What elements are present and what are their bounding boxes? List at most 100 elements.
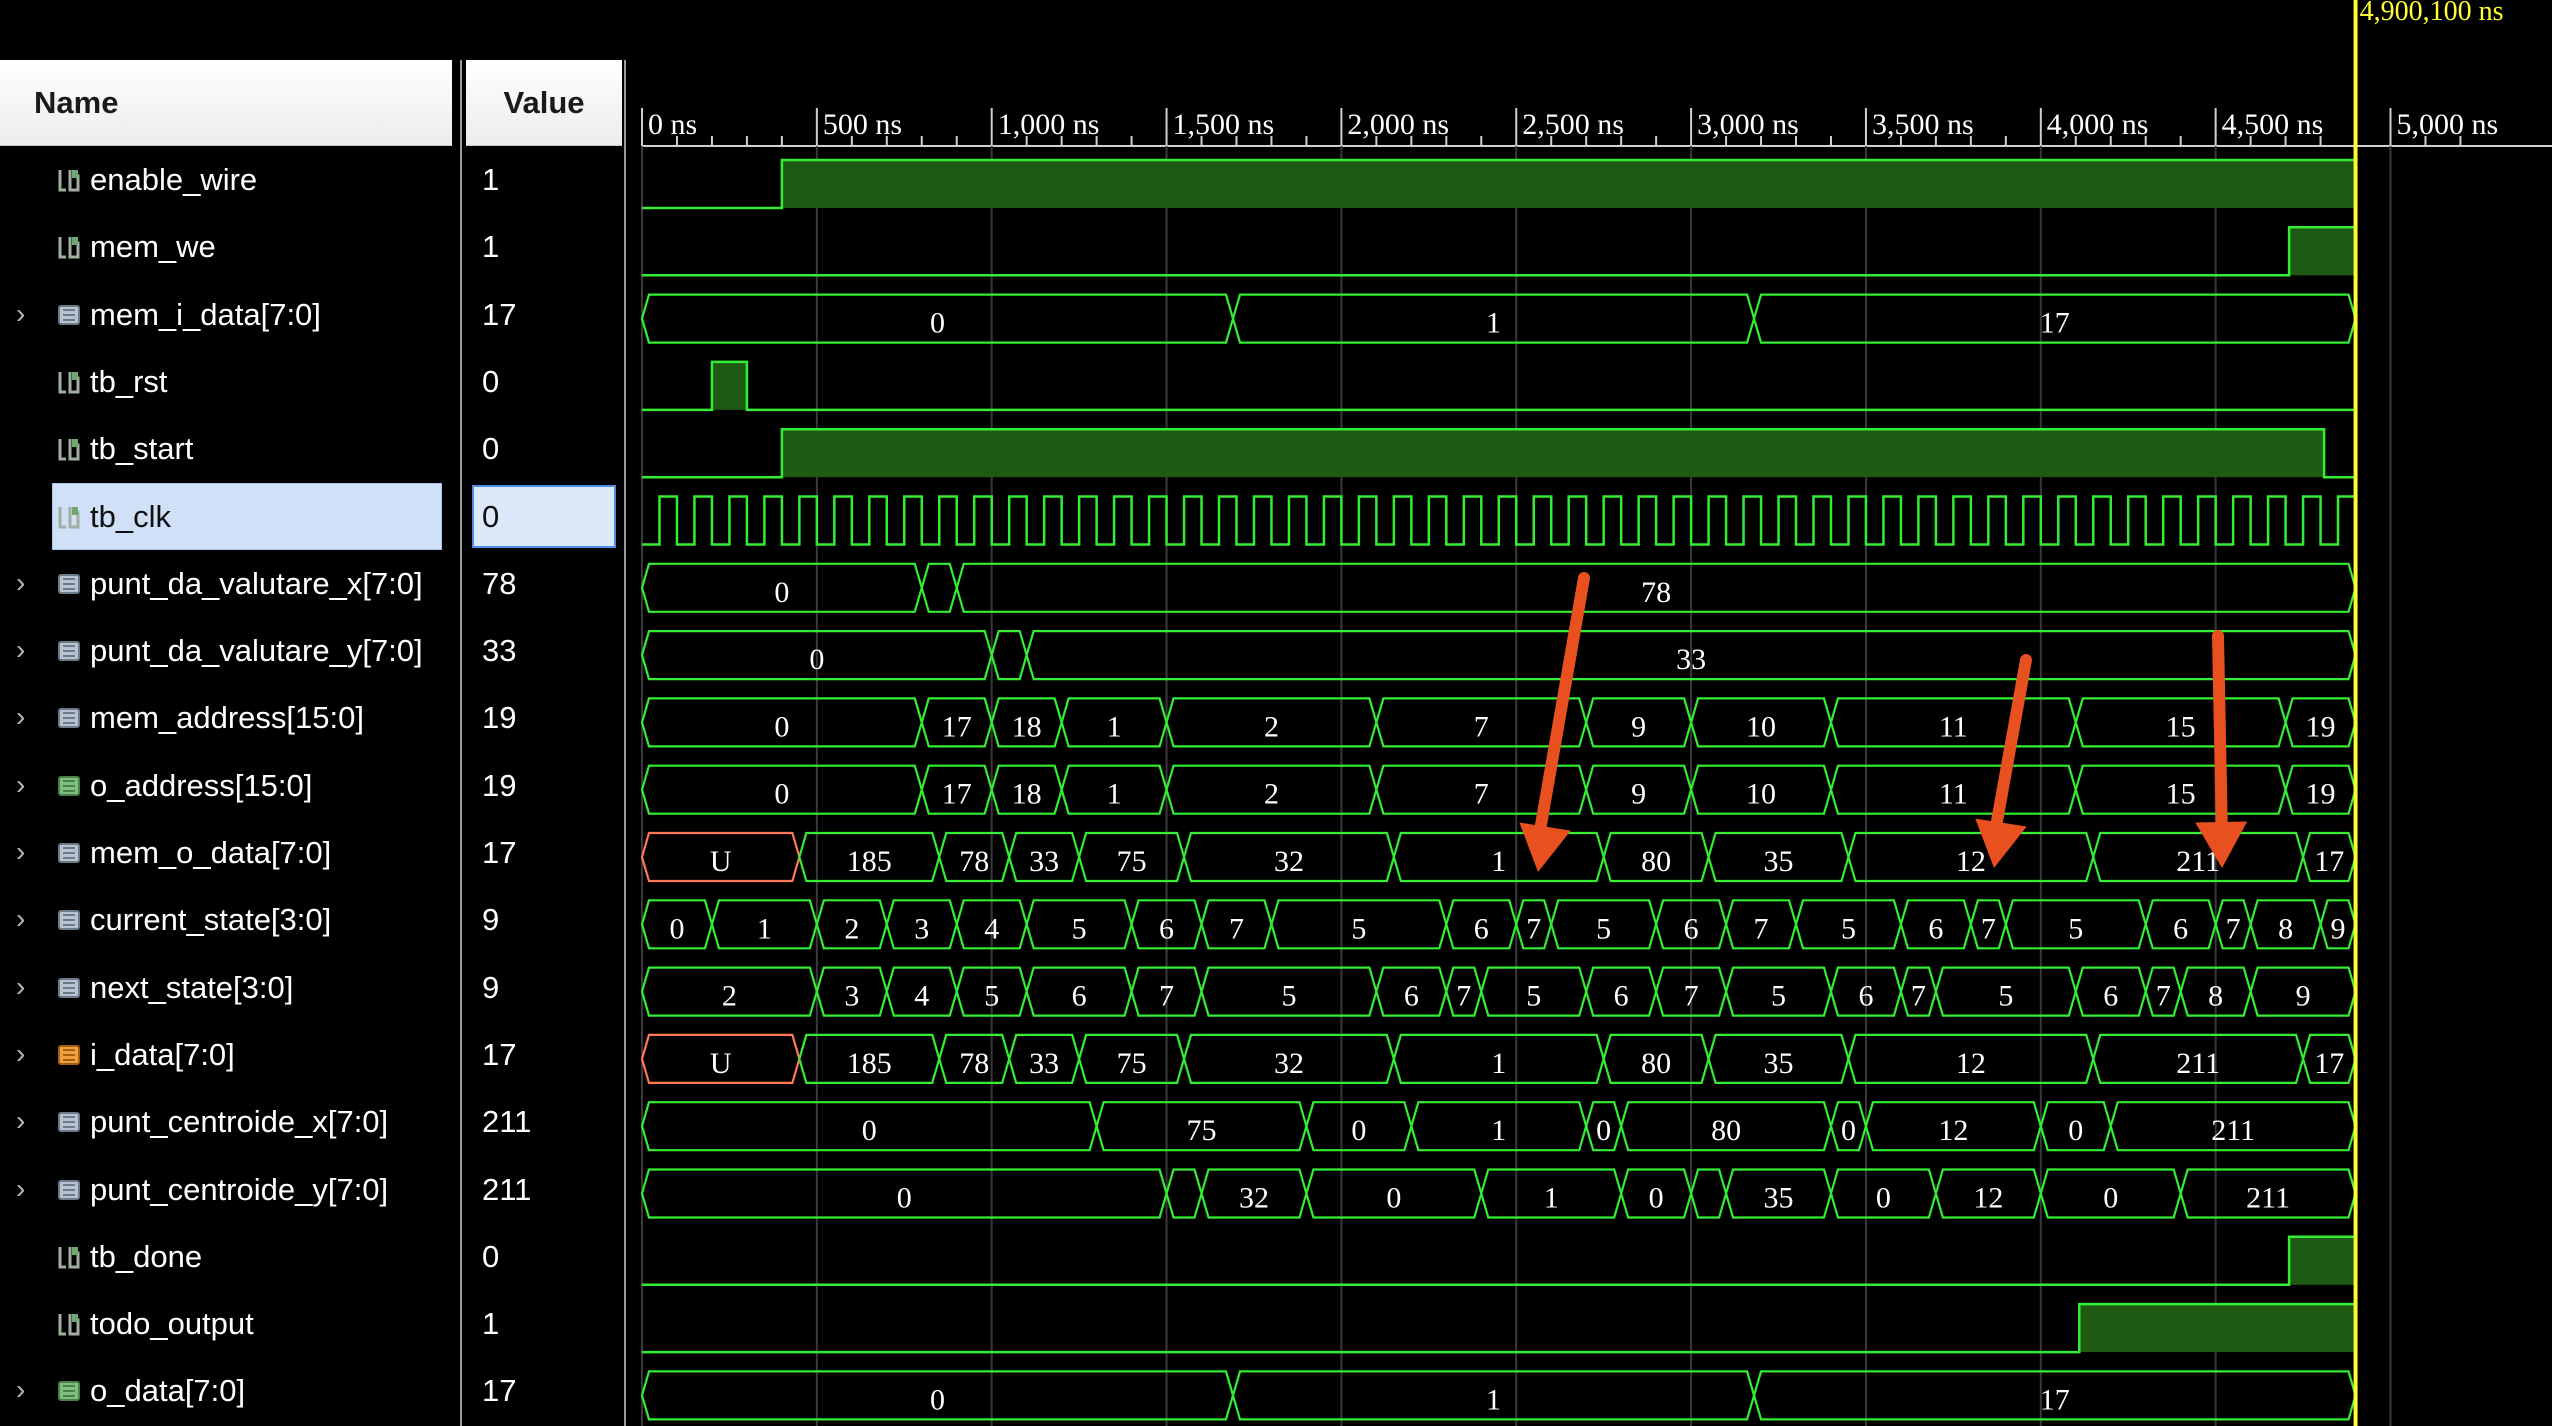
signal-row[interactable]: › mem_address[15:0] <box>0 684 458 751</box>
bus-icon-green <box>56 772 82 800</box>
value-row[interactable]: 211 <box>466 1156 622 1223</box>
signal-row[interactable]: enable_wire <box>0 146 458 213</box>
value-row[interactable]: 17 <box>466 1021 622 1088</box>
column-divider[interactable] <box>460 60 462 1426</box>
value-row[interactable]: 1 <box>466 146 622 213</box>
value-row[interactable]: 0 <box>466 1223 622 1290</box>
chevron-right-icon[interactable]: › <box>16 837 40 867</box>
signal-row[interactable]: › i_data[7:0] <box>0 1021 458 1088</box>
waveform-punt-centroide-x[interactable]: 0 75 0 1 0 80 0 12 0 211 <box>640 1101 2357 1152</box>
waveform-tb-clk[interactable] <box>642 495 2357 546</box>
waveform-mem-we[interactable] <box>642 226 2356 277</box>
waveform-tb-done[interactable] <box>642 1235 2356 1287</box>
waveform-punt-centroide-y[interactable]: 0 32 0 1 0 35 0 12 0 211 <box>640 1168 2357 1219</box>
chevron-right-icon[interactable]: › <box>16 1106 40 1136</box>
value-row[interactable]: 33 <box>466 617 622 684</box>
waveform-mem-i-data[interactable]: 0 1 17 <box>640 293 2357 344</box>
signal-row[interactable]: tb_clk <box>0 482 458 550</box>
signal-name: punt_centroide_x[7:0] <box>90 1104 389 1140</box>
bus-value-label: 7 <box>2226 912 2241 945</box>
signal-name: o_address[15:0] <box>90 767 313 803</box>
time-tick-label: 2,500 ns <box>1522 108 1624 141</box>
value-row[interactable]: 1 <box>466 213 622 280</box>
waveform-o-address[interactable]: 0 17 18 1 2 7 9 10 11 15 19 <box>640 764 2357 815</box>
value-row[interactable]: 211 <box>466 1088 622 1155</box>
waveform-tb-rst[interactable] <box>642 360 2356 412</box>
signal-row[interactable]: › o_address[15:0] <box>0 752 458 819</box>
waveform-tb-start[interactable] <box>642 427 2356 479</box>
chevron-right-icon[interactable]: › <box>16 635 40 665</box>
signal-row[interactable]: › punt_centroide_y[7:0] <box>0 1156 458 1223</box>
signal-row[interactable]: tb_start <box>0 415 458 482</box>
waveform-enable-wire[interactable] <box>642 158 2356 210</box>
chevron-right-icon[interactable]: › <box>16 971 40 1002</box>
bus-value-label: 0 <box>774 710 789 743</box>
bus-value-label: 17 <box>2040 1383 2070 1416</box>
chevron-right-icon[interactable]: › <box>16 769 40 800</box>
waveform-todo-output[interactable] <box>642 1302 2356 1354</box>
waveform-next-state[interactable]: 2 3 4 5 6 7 5 6 7 5 6 7 5 6 7 5 6 7 8 9 <box>640 966 2357 1017</box>
signal-name: o_data[7:0] <box>90 1373 246 1409</box>
signal-row[interactable]: › punt_centroide_x[7:0] <box>0 1088 458 1155</box>
bus-value-label: 78 <box>1641 576 1671 609</box>
waveform-mem-address[interactable]: 0 17 18 1 2 7 9 10 11 15 19 <box>640 697 2357 748</box>
bus-value-label: 32 <box>1239 1182 1269 1215</box>
value-column-header[interactable]: Value <box>466 60 622 146</box>
bus-value-label: 7 <box>1526 912 1541 945</box>
signal-row[interactable]: › next_state[3:0] <box>0 954 458 1021</box>
bus-icon <box>56 1176 82 1204</box>
value-row[interactable]: 1 <box>466 1290 622 1357</box>
bus-value-label: 0 <box>1351 1114 1366 1147</box>
signal-row[interactable]: › mem_i_data[7:0] <box>0 281 458 348</box>
signal-row[interactable]: mem_we <box>0 213 458 280</box>
value-row[interactable]: 78 <box>466 550 622 617</box>
signal-row[interactable]: › punt_da_valutare_y[7:0] <box>0 617 458 684</box>
time-tick-label: 0 ns <box>648 108 697 141</box>
value-row[interactable]: 17 <box>466 819 622 886</box>
signal-row[interactable]: › mem_o_data[7:0] <box>0 819 458 886</box>
name-column-header[interactable]: Name <box>0 60 452 146</box>
bus-value-label: 0 <box>1649 1182 1664 1215</box>
bus-value-label: 1 <box>1544 1182 1559 1215</box>
chevron-right-icon[interactable]: › <box>16 1375 40 1405</box>
chevron-right-icon[interactable]: › <box>16 904 40 934</box>
bus-value-label: 2 <box>844 912 859 945</box>
waveform-current-state[interactable]: 0 1 2 3 4 5 6 7 5 6 7 5 6 7 5 6 7 5 6 7 8 9 <box>640 899 2357 950</box>
bus-value-label: 5 <box>1841 912 1856 945</box>
signal-row[interactable]: tb_done <box>0 1223 458 1290</box>
timeline-ruler[interactable]: 0 ns 500 ns 1,000 ns 1,500 ns 2,000 ns 2,500 … <box>641 108 2552 147</box>
value-row[interactable]: 0 <box>466 415 622 482</box>
chevron-right-icon[interactable]: › <box>16 1173 40 1204</box>
value-row[interactable]: 9 <box>466 886 622 953</box>
value-row[interactable]: 17 <box>466 281 622 348</box>
waveform-mem-o-data[interactable]: U 185 78 33 75 32 1 80 35 12 211 17 <box>640 831 2357 883</box>
waveform-i-data[interactable]: U 185 78 33 75 32 1 80 35 12 211 17 <box>640 1033 2357 1084</box>
value-row[interactable]: 9 <box>466 954 622 1021</box>
waveform-punt-da-valutare-x[interactable]: 0 78 <box>640 562 2357 613</box>
bus-value-label: 7 <box>1911 980 1926 1013</box>
value-row[interactable]: 0 <box>466 348 622 415</box>
bus-value-label: 8 <box>2278 912 2293 945</box>
bit-trace <box>642 360 2356 412</box>
name-column-panel: Name enable_wire mem_we › mem_i_data[7:0] tb… <box>0 0 458 1426</box>
signal-row[interactable]: tb_rst <box>0 348 458 415</box>
chevron-right-icon[interactable]: › <box>16 702 40 732</box>
waveform-viewer[interactable]: 0 ns 500 ns 1,000 ns 1,500 ns 2,000 ns 2,500 … <box>628 0 2552 1426</box>
signal-row[interactable]: › current_state[3:0] <box>0 886 458 953</box>
time-tick-label: 3,500 ns <box>1872 108 1974 141</box>
value-row[interactable]: 17 <box>466 1357 622 1424</box>
signal-row[interactable]: › punt_da_valutare_x[7:0] <box>0 550 458 617</box>
chevron-right-icon[interactable]: › <box>16 298 40 329</box>
value-row[interactable]: 19 <box>466 684 622 751</box>
signal-row[interactable]: › o_data[7:0] <box>0 1357 458 1424</box>
signal-row[interactable]: todo_output <box>0 1290 458 1357</box>
waveform-punt-da-valutare-y[interactable]: 0 33 <box>640 630 2357 681</box>
waveform-o-data[interactable]: 0 1 17 <box>640 1370 2357 1421</box>
chevron-right-icon[interactable]: › <box>16 1038 40 1069</box>
signal-name: tb_done <box>90 1238 203 1274</box>
value-row[interactable]: 19 <box>466 752 622 819</box>
signal-value: 9 <box>482 902 500 938</box>
value-row[interactable]: 0 <box>466 483 622 550</box>
waveform-divider[interactable] <box>624 60 626 1426</box>
chevron-right-icon[interactable]: › <box>16 567 40 598</box>
